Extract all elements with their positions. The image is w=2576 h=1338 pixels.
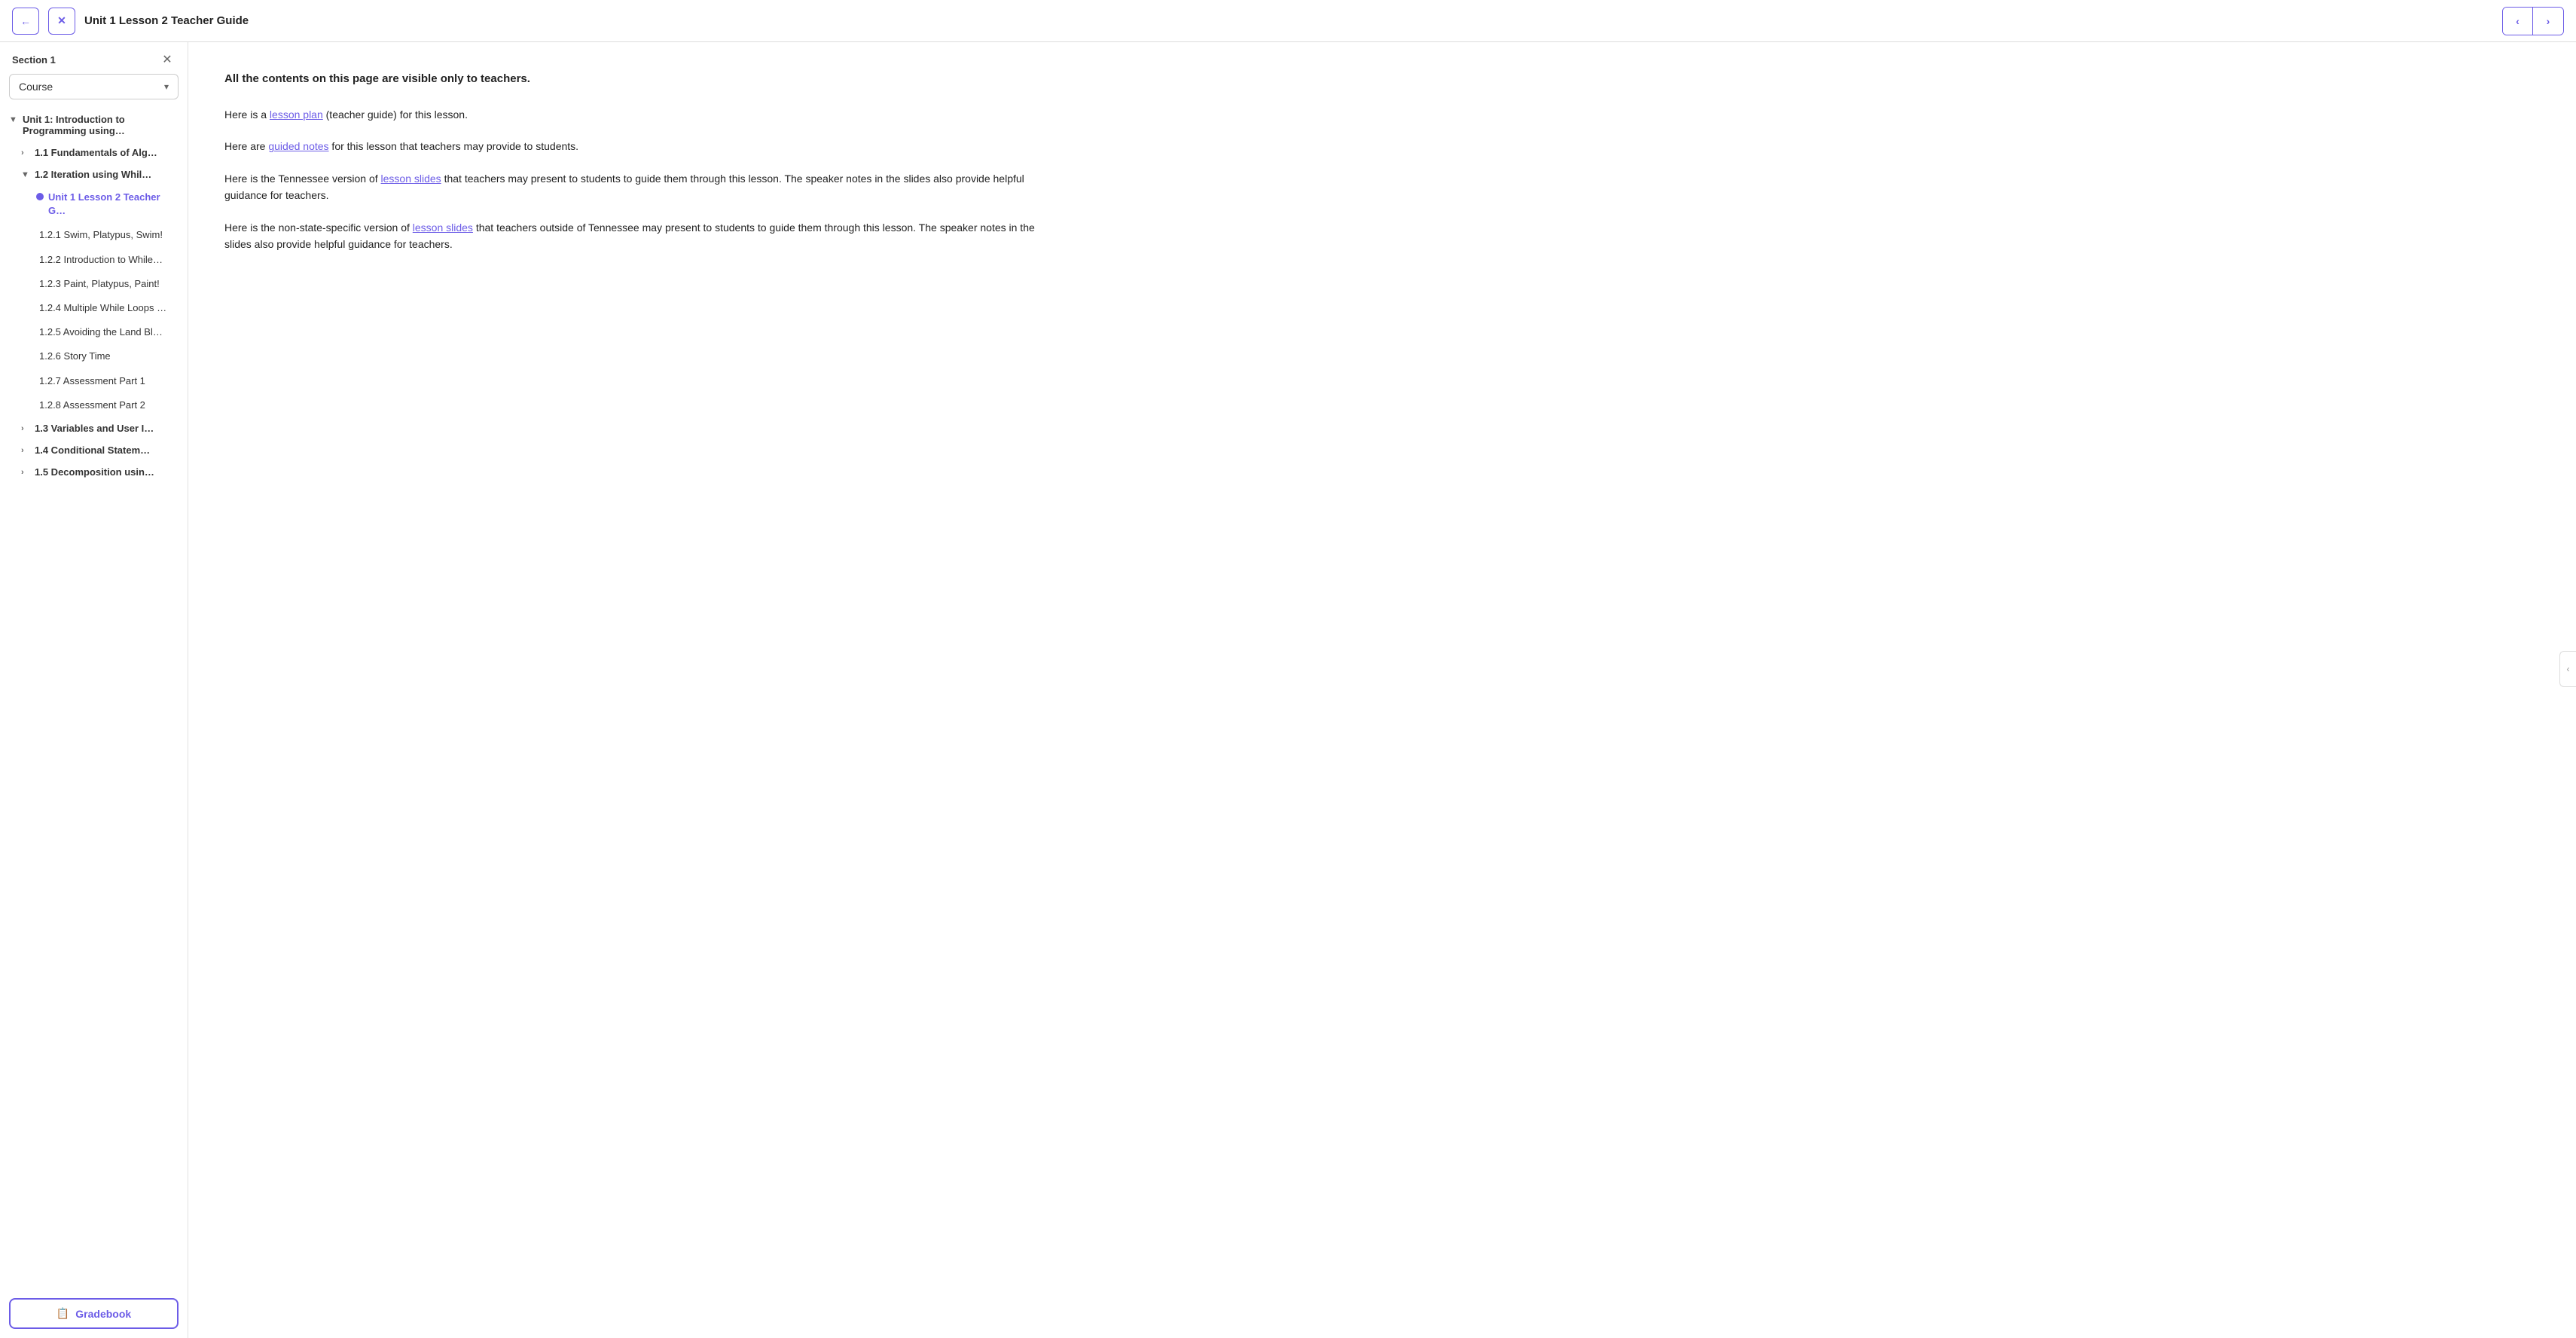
- right-collapse-button[interactable]: ‹: [2559, 651, 2576, 687]
- item-1-2-label: 1.2 Iteration using Whil…: [35, 169, 151, 180]
- chevron-down-icon: ▼: [21, 170, 30, 179]
- page-title: Unit 1 Lesson 2 Teacher Guide: [84, 14, 2493, 27]
- chevron-down-icon: ▼: [9, 115, 18, 124]
- close-button[interactable]: ✕: [48, 8, 75, 35]
- list-item[interactable]: 1.2.4 Multiple While Loops …: [27, 296, 188, 320]
- sub-item-label: 1.2.1 Swim, Platypus, Swim!: [39, 228, 179, 242]
- item-1-1-label: 1.1 Fundamentals of Alg…: [35, 147, 157, 158]
- course-dropdown-label: Course: [19, 81, 53, 93]
- sidebar-section-header: Section 1 ✕: [0, 42, 188, 74]
- lesson-plan-link[interactable]: lesson plan: [270, 108, 323, 121]
- paragraph-1: Here is a lesson plan (teacher guide) fo…: [224, 106, 1053, 123]
- lesson-slides-link-1[interactable]: lesson slides: [381, 173, 441, 185]
- sub-item-label: 1.2.6 Story Time: [39, 350, 179, 363]
- para1-prefix: Here is a: [224, 108, 270, 121]
- list-item[interactable]: 1.2.3 Paint, Platypus, Paint!: [27, 272, 188, 296]
- sub-item-label: 1.2.8 Assessment Part 2: [39, 399, 179, 412]
- sub-item-label: 1.2.2 Introduction to While…: [39, 253, 179, 267]
- sub-item-label: 1.2.4 Multiple While Loops …: [39, 301, 179, 315]
- content-area: All the contents on this page are visibl…: [188, 42, 2576, 1338]
- para3-prefix: Here is the Tennessee version of: [224, 173, 381, 185]
- sidebar-item-1-4[interactable]: › 1.4 Conditional Statem…: [12, 439, 188, 461]
- gradebook-icon: 📋: [56, 1307, 69, 1320]
- list-item[interactable]: 1.2.8 Assessment Part 2: [27, 393, 188, 417]
- sidebar-tree: ▼ Unit 1: Introduction to Programming us…: [0, 108, 188, 1289]
- course-dropdown[interactable]: Course ▾: [9, 74, 179, 99]
- back-button[interactable]: ←: [12, 8, 39, 35]
- list-item[interactable]: 1.2.7 Assessment Part 1: [27, 369, 188, 393]
- sidebar-item-1-1[interactable]: › 1.1 Fundamentals of Alg…: [12, 142, 188, 163]
- chevron-right-icon: ›: [21, 446, 30, 455]
- nav-controls: ‹ ›: [2502, 7, 2564, 35]
- header: ← ✕ Unit 1 Lesson 2 Teacher Guide ‹ ›: [0, 0, 2576, 42]
- unit1-label: Unit 1: Introduction to Programming usin…: [23, 114, 179, 136]
- prev-button[interactable]: ‹: [2503, 8, 2533, 35]
- guided-notes-link[interactable]: guided notes: [268, 140, 328, 152]
- list-item[interactable]: 1.2.6 Story Time: [27, 344, 188, 368]
- list-item[interactable]: 1.2.5 Avoiding the Land Bl…: [27, 320, 188, 344]
- list-item[interactable]: 1.2.1 Swim, Platypus, Swim!: [27, 223, 188, 247]
- paragraph-4: Here is the non-state-specific version o…: [224, 219, 1053, 253]
- sidebar-close-button[interactable]: ✕: [159, 51, 175, 68]
- gradebook-button[interactable]: 📋 Gradebook: [9, 1298, 179, 1329]
- sub-item-label: 1.2.5 Avoiding the Land Bl…: [39, 325, 179, 339]
- chevron-down-icon: ▾: [164, 81, 169, 92]
- sub-item-label: 1.2.7 Assessment Part 1: [39, 374, 179, 388]
- section-label: Section 1: [12, 54, 56, 66]
- para2-suffix: for this lesson that teachers may provid…: [329, 140, 579, 152]
- item-1-3-label: 1.3 Variables and User I…: [35, 423, 154, 434]
- chevron-right-icon: ›: [21, 424, 30, 433]
- sidebar: Section 1 ✕ Course ▾ ▼ Unit 1: Introduct…: [0, 42, 188, 1338]
- teacher-notice: All the contents on this page are visibl…: [224, 72, 2540, 85]
- para1-suffix: (teacher guide) for this lesson.: [323, 108, 468, 121]
- next-button[interactable]: ›: [2533, 8, 2563, 35]
- sidebar-item-active[interactable]: Unit 1 Lesson 2 Teacher G…: [27, 185, 188, 223]
- sidebar-item-unit1[interactable]: ▼ Unit 1: Introduction to Programming us…: [0, 108, 188, 142]
- sidebar-item-1-3[interactable]: › 1.3 Variables and User I…: [12, 417, 188, 439]
- chevron-right-icon: ›: [21, 148, 30, 157]
- list-item[interactable]: 1.2.2 Introduction to While…: [27, 248, 188, 272]
- sidebar-item-1-5[interactable]: › 1.5 Decomposition usin…: [12, 461, 188, 483]
- chevron-right-icon: ›: [21, 468, 30, 477]
- sidebar-item-1-2[interactable]: ▼ 1.2 Iteration using Whil…: [12, 163, 188, 185]
- item-1-4-label: 1.4 Conditional Statem…: [35, 444, 150, 456]
- sub-items-list: 1.2.1 Swim, Platypus, Swim! 1.2.2 Introd…: [27, 223, 188, 417]
- chevron-left-icon: ‹: [2567, 664, 2570, 674]
- active-dot-icon: [36, 193, 44, 200]
- paragraph-2: Here are guided notes for this lesson th…: [224, 138, 1053, 154]
- paragraph-3: Here is the Tennessee version of lesson …: [224, 170, 1053, 204]
- main-layout: Section 1 ✕ Course ▾ ▼ Unit 1: Introduct…: [0, 0, 2576, 1338]
- active-item-label: Unit 1 Lesson 2 Teacher G…: [48, 191, 179, 218]
- sub-item-label: 1.2.3 Paint, Platypus, Paint!: [39, 277, 179, 291]
- para4-prefix: Here is the non-state-specific version o…: [224, 221, 413, 234]
- gradebook-label: Gradebook: [75, 1308, 131, 1320]
- para2-prefix: Here are: [224, 140, 268, 152]
- lesson-slides-link-2[interactable]: lesson slides: [413, 221, 473, 234]
- item-1-5-label: 1.5 Decomposition usin…: [35, 466, 154, 478]
